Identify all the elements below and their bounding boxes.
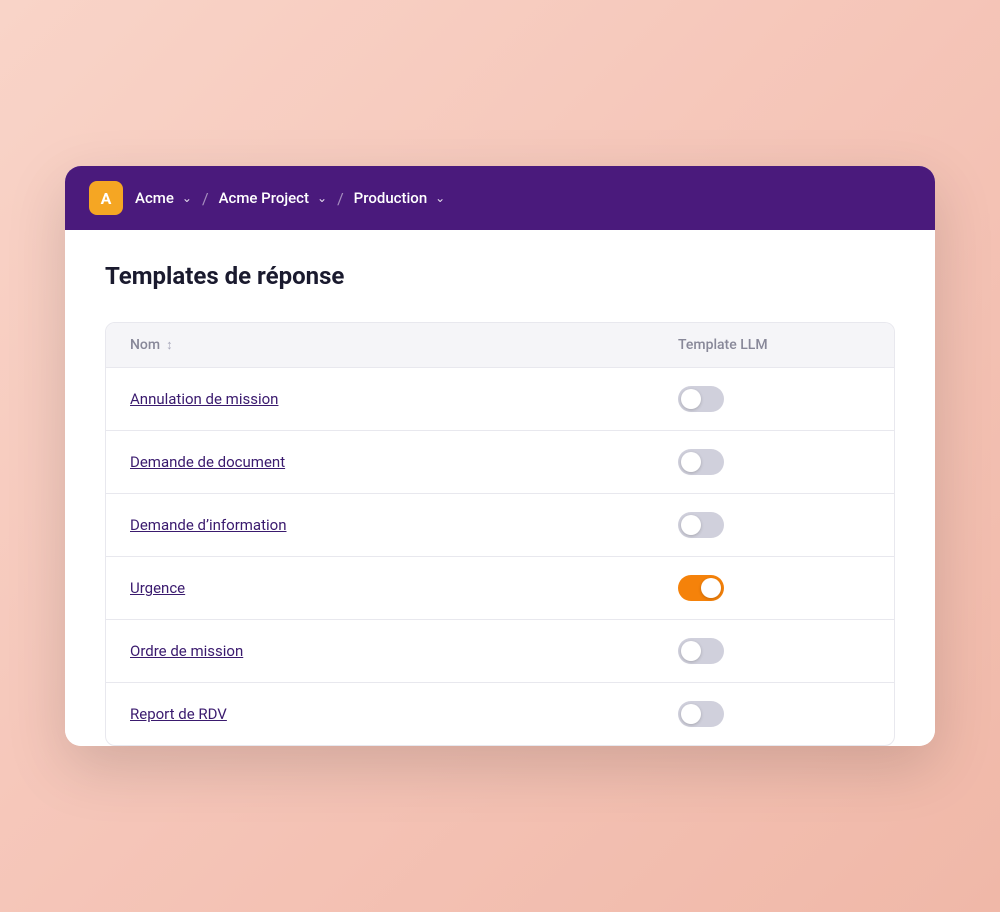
toggle-thumb (681, 452, 701, 472)
sort-icon: ↕ (166, 337, 173, 353)
link-ordre-mission[interactable]: Ordre de mission (130, 642, 243, 660)
column-header-template-llm: Template LLM (654, 323, 894, 367)
row-toggle-ordre-mission (654, 620, 894, 682)
breadcrumb-production[interactable]: Production ⌄ (354, 189, 446, 207)
row-toggle-demande-doc (654, 431, 894, 493)
avatar-letter: A (101, 189, 112, 208)
toggle-thumb (681, 515, 701, 535)
toggle-demande-doc[interactable] (678, 449, 724, 475)
toggle-demande-info[interactable] (678, 512, 724, 538)
table-row: Annulation de mission (106, 368, 894, 431)
link-demande-info[interactable]: Demande d’information (130, 516, 286, 534)
table-row: Demande d’information (106, 494, 894, 557)
row-toggle-demande-info (654, 494, 894, 556)
breadcrumb-acme-project[interactable]: Acme Project ⌄ (219, 189, 328, 207)
link-urgence[interactable]: Urgence (130, 579, 185, 597)
row-name-annulation: Annulation de mission (106, 368, 654, 430)
toggle-report-rdv[interactable] (678, 701, 724, 727)
breadcrumb: Acme ⌄ / Acme Project ⌄ / Production ⌄ (135, 189, 445, 208)
chevron-down-icon-3: ⌄ (435, 191, 445, 205)
chevron-down-icon: ⌄ (182, 191, 192, 205)
templates-table: Nom ↕ Template LLM Annulation de mission (105, 322, 895, 746)
toggle-urgence[interactable] (678, 575, 724, 601)
link-demande-doc[interactable]: Demande de document (130, 453, 285, 471)
avatar[interactable]: A (89, 181, 123, 215)
chevron-down-icon-2: ⌄ (317, 191, 327, 205)
header-bar: A Acme ⌄ / Acme Project ⌄ / Production ⌄ (65, 166, 935, 230)
table-row: Ordre de mission (106, 620, 894, 683)
page-content: Templates de réponse Nom ↕ Template LLM … (65, 230, 935, 746)
table-row: Urgence (106, 557, 894, 620)
link-annulation[interactable]: Annulation de mission (130, 390, 278, 408)
row-toggle-report-rdv (654, 683, 894, 745)
table-row: Report de RDV (106, 683, 894, 745)
table-row: Demande de document (106, 431, 894, 494)
toggle-ordre-mission[interactable] (678, 638, 724, 664)
table-header: Nom ↕ Template LLM (106, 323, 894, 368)
toggle-thumb (681, 704, 701, 724)
toggle-thumb (681, 641, 701, 661)
row-toggle-annulation (654, 368, 894, 430)
link-report-rdv[interactable]: Report de RDV (130, 705, 227, 723)
row-name-urgence: Urgence (106, 557, 654, 619)
toggle-thumb (681, 389, 701, 409)
toggle-annulation[interactable] (678, 386, 724, 412)
row-toggle-urgence (654, 557, 894, 619)
row-name-demande-info: Demande d’information (106, 494, 654, 556)
row-name-ordre-mission: Ordre de mission (106, 620, 654, 682)
page-title: Templates de réponse (105, 262, 895, 290)
row-name-demande-doc: Demande de document (106, 431, 654, 493)
app-window: A Acme ⌄ / Acme Project ⌄ / Production ⌄… (65, 166, 935, 746)
row-name-report-rdv: Report de RDV (106, 683, 654, 745)
breadcrumb-separator-1: / (202, 189, 209, 208)
column-header-nom[interactable]: Nom ↕ (106, 323, 654, 367)
toggle-thumb (701, 578, 721, 598)
breadcrumb-acme[interactable]: Acme ⌄ (135, 189, 192, 207)
breadcrumb-separator-2: / (337, 189, 344, 208)
